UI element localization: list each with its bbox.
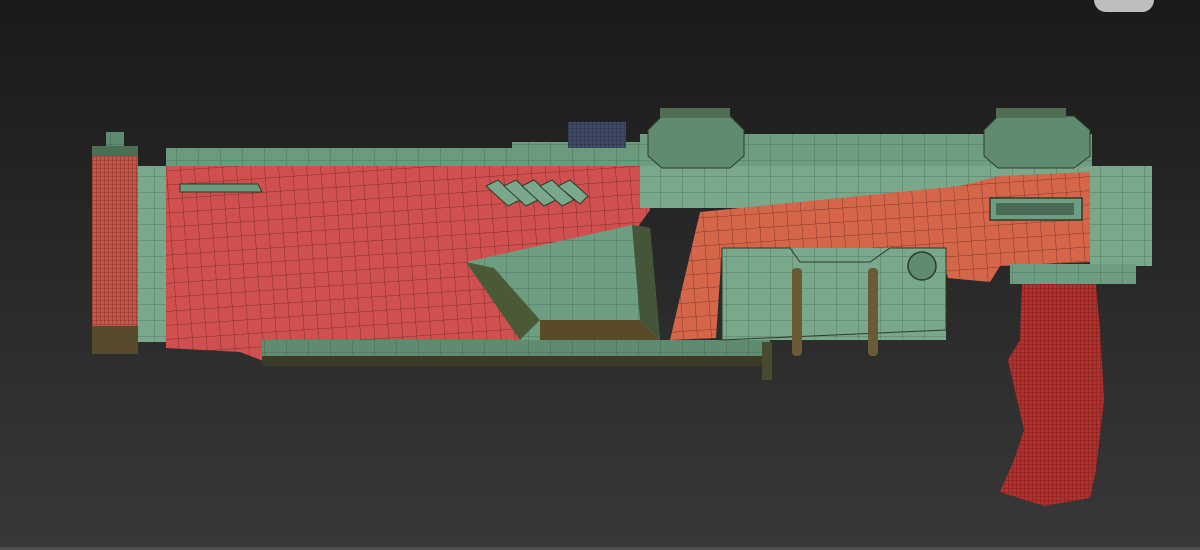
3d-viewport[interactable] bbox=[0, 0, 1200, 550]
muzzle-cap bbox=[92, 132, 166, 354]
trigger-housing bbox=[721, 247, 947, 356]
weapon-mesh-render[interactable] bbox=[0, 0, 1200, 550]
top-rail bbox=[166, 122, 642, 166]
pistol-grip bbox=[1000, 284, 1104, 506]
viewcube-corner-icon[interactable] bbox=[1094, 0, 1154, 12]
bottom-rail bbox=[262, 340, 772, 380]
